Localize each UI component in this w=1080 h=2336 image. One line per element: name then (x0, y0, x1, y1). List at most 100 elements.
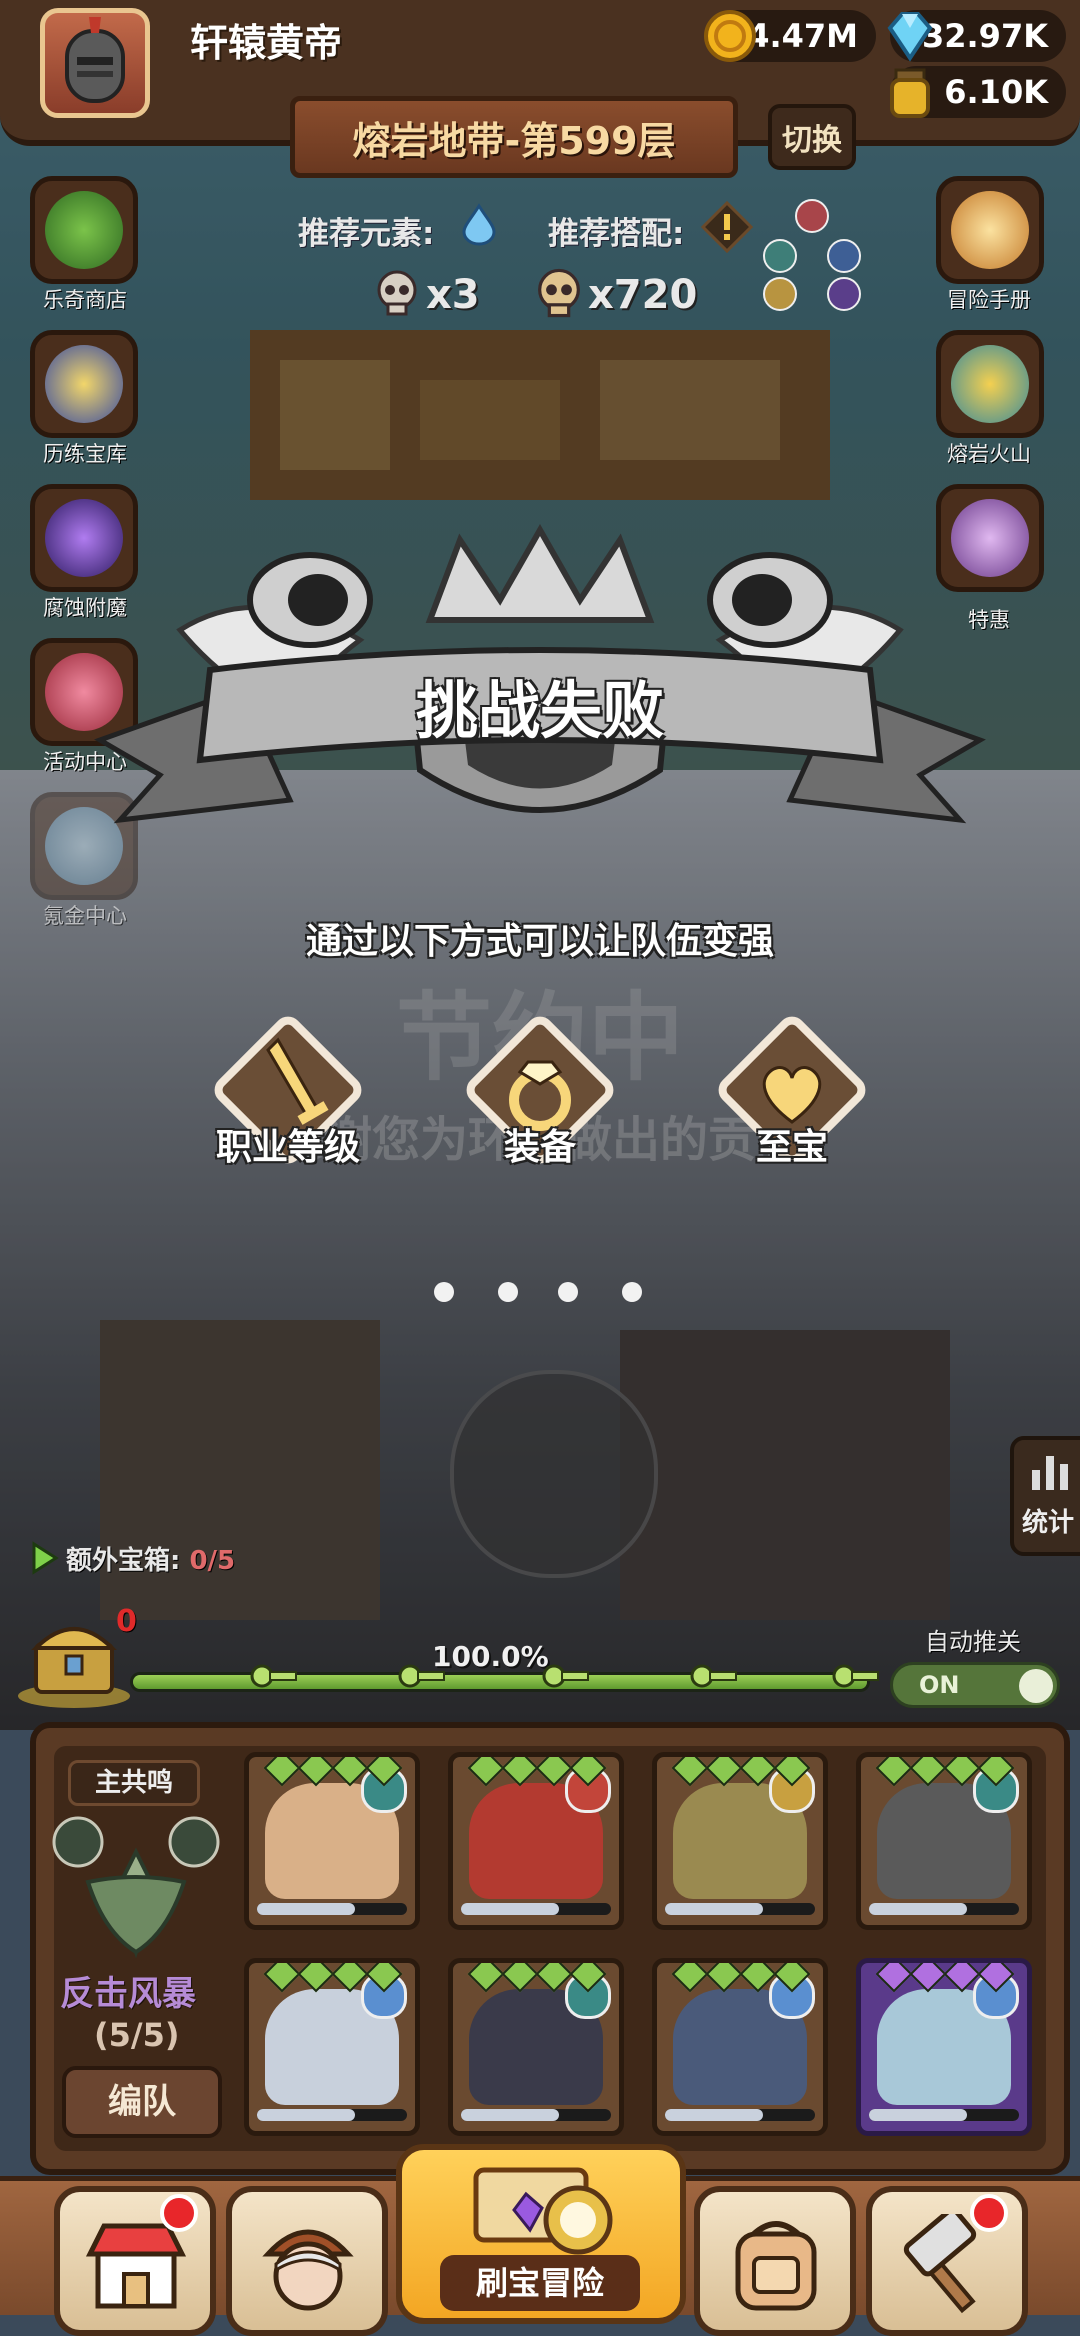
hero-white-hair-card[interactable] (244, 1958, 420, 2136)
auto-push-toggle[interactable]: ON (890, 1662, 1060, 1708)
key-icon (542, 1664, 589, 1688)
hero-exp-fill (461, 2109, 559, 2121)
star-gem-icon (671, 1757, 709, 1787)
diamond-icon (887, 12, 933, 62)
wave-progress-bar (130, 1672, 870, 1692)
lava-volcano-label: 熔岩火山 (947, 442, 1031, 466)
extra-chest-text: 额外宝箱: (66, 1546, 181, 1576)
star-gem-icon (875, 1963, 913, 1993)
star-gem-icon (705, 1963, 743, 1993)
hero-exp-fill (461, 1903, 559, 1915)
hero-exp-bar (257, 1903, 407, 1915)
hero-pirate-card[interactable] (448, 1958, 624, 2136)
star-gem-icon (297, 1963, 335, 1993)
hero-ninja-card[interactable] (652, 1958, 828, 2136)
stats-button[interactable]: 统计 (1010, 1436, 1080, 1556)
auto-push-label: 自动推关 (925, 1628, 1021, 1656)
player-avatar[interactable] (40, 8, 150, 118)
potion-value: 6.10K (944, 73, 1048, 111)
chest-count: 0 (116, 1604, 137, 1639)
treasure-label: 至宝 (755, 1127, 828, 1168)
star-gem-icon (501, 1757, 539, 1787)
vault-button[interactable] (30, 330, 138, 438)
hero-exp-bar (461, 1903, 611, 1915)
class-level-label: 职业等级 (215, 1127, 360, 1168)
switch-stage-button[interactable]: 切换 (768, 104, 856, 170)
adventure-manual-button[interactable] (936, 176, 1044, 284)
class-level-option[interactable]: 职业等级 (198, 1000, 378, 1170)
shop-button[interactable] (30, 176, 138, 284)
extra-chest-label: 额外宝箱: 0/5 (66, 1540, 235, 1577)
nav-backpack-button[interactable] (694, 2186, 856, 2336)
hero-exp-bar (665, 1903, 815, 1915)
vault-label: 历练宝库 (43, 442, 127, 466)
key-icon (690, 1664, 737, 1688)
enemy-boss-count: x720 (588, 272, 698, 318)
nav-hero-button[interactable] (226, 2186, 388, 2336)
scroll-icon (951, 191, 1029, 269)
resonance-emblem-icon[interactable] (48, 1812, 224, 1962)
recommend-combo-label: 推荐搭配: (548, 216, 685, 252)
stage-title[interactable]: 熔岩地带-第599层 (290, 96, 738, 178)
toggle-knob (1019, 1669, 1053, 1703)
auto-push-state: ON (919, 1671, 960, 1699)
play-arrow-icon (32, 1541, 59, 1575)
equipment-option[interactable]: 装备 (450, 1000, 630, 1170)
star-gem-icon (263, 1757, 301, 1787)
potion-jar-icon (890, 68, 930, 118)
dialog-overlay (0, 0, 1080, 1730)
treasure-book-icon (45, 345, 123, 423)
hero-exp-fill (257, 2109, 355, 2121)
resonance-name: 反击风暴 (60, 1974, 196, 2014)
gold-value: 4.47M (747, 17, 858, 55)
star-gem-icon (501, 1963, 539, 1993)
hero-exp-fill (869, 1903, 967, 1915)
star-gem-icon (297, 1757, 335, 1787)
star-gem-icon (909, 1757, 947, 1787)
fail-subtitle: 通过以下方式可以让队伍变强 (305, 921, 774, 962)
gold-counter[interactable]: 4.47M (704, 10, 876, 62)
treasure-option[interactable]: 至宝 (702, 1000, 882, 1170)
hero-exp-bar (869, 2109, 1019, 2121)
hero-exp-fill (869, 2109, 967, 2121)
page-dot (434, 1282, 454, 1302)
star-gem-icon (875, 1757, 913, 1787)
page-dot (558, 1282, 578, 1302)
shop-notification-dot (160, 2194, 198, 2232)
lava-volcano-button[interactable] (936, 330, 1044, 438)
stats-label: 统计 (1022, 1508, 1075, 1538)
warning-icon[interactable] (700, 200, 754, 254)
skull-small-icon (377, 270, 417, 316)
enemy-small-count: x3 (426, 272, 480, 318)
element-combo-icon[interactable] (756, 196, 866, 316)
shop-label: 乐奇商店 (43, 288, 127, 312)
hero-exp-fill (665, 1903, 763, 1915)
hero-ice-king-card[interactable] (856, 1958, 1032, 2136)
hero-portrait-icon (262, 2229, 354, 2311)
bar-chart-icon (1032, 1456, 1068, 1490)
star-gem-icon (705, 1757, 743, 1787)
diamond-counter[interactable]: 32.97K (887, 10, 1066, 62)
wave-progress-fill (133, 1675, 867, 1689)
clover-icon (45, 191, 123, 269)
backpack-icon (735, 2221, 817, 2311)
star-gem-icon (909, 1963, 947, 1993)
hero-exp-fill (665, 2109, 763, 2121)
key-icon (398, 1664, 445, 1688)
hero-golden-knight-card[interactable] (652, 1752, 828, 1930)
hero-red-demon-card[interactable] (448, 1752, 624, 1930)
nav-treasure-adventure-label: 刷宝冒险 (440, 2255, 640, 2311)
page-dot (498, 1282, 518, 1302)
key-icon (832, 1664, 879, 1688)
hero-exp-bar (869, 1903, 1019, 1915)
potion-counter[interactable]: 6.10K (890, 66, 1066, 118)
water-drop-icon[interactable] (458, 202, 500, 246)
star-gem-icon (467, 1757, 505, 1787)
page-dot (622, 1282, 642, 1302)
fail-title: 挑战失败 (415, 674, 664, 747)
skull-boss-icon (538, 268, 580, 318)
hero-crowned-warrior-card[interactable] (244, 1752, 420, 1930)
hero-dark-knight-card[interactable] (856, 1752, 1032, 1930)
treasure-chest-icon (951, 345, 1029, 423)
formation-button[interactable]: 编队 (62, 2066, 222, 2138)
